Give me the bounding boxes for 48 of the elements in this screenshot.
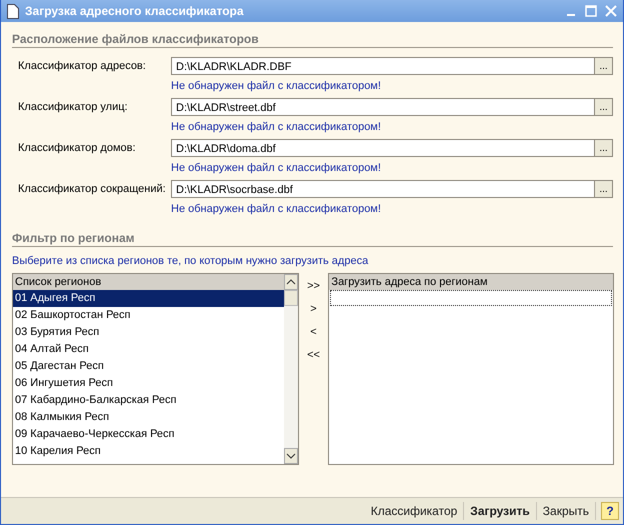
field-label: Классификатор улиц: — [18, 101, 129, 113]
browse-button[interactable]: ... — [595, 57, 613, 75]
empty-row[interactable] — [330, 290, 612, 306]
file-path-field[interactable]: D:\KLADR\street.dbf — [171, 98, 595, 116]
footer-button[interactable]: Загрузить — [464, 504, 536, 518]
move-button[interactable]: << — [305, 346, 322, 364]
browse-button[interactable]: ... — [595, 98, 613, 116]
move-button[interactable]: >> — [305, 277, 322, 295]
region-item[interactable]: 06 Ингушетия Респ — [13, 375, 284, 392]
column-header: Загрузить адреса по регионам — [329, 274, 613, 290]
region-item[interactable]: 09 Карачаево-Черкесская Респ — [13, 426, 284, 443]
footer-button[interactable]: Классификатор — [364, 504, 464, 518]
warning-text: Не обнаружен файл с классификатором! — [170, 202, 382, 215]
column-header: Список регионов — [13, 274, 284, 290]
region-item[interactable]: 10 Карелия Респ — [13, 443, 284, 460]
footer-button[interactable]: Закрыть — [536, 504, 595, 518]
instruction-text: Выберите из списка регионов те, по которым нужно загрузить адреса — [12, 254, 368, 269]
scrollbar[interactable] — [284, 274, 298, 464]
region-item[interactable]: 07 Кабардино-Балкарская Респ — [13, 392, 284, 409]
window-title: Загрузка адресного классификатора — [25, 4, 245, 18]
file-path-field[interactable]: D:\KLADR\doma.dbf — [171, 139, 595, 157]
browse-button[interactable]: ... — [595, 139, 613, 157]
region-item[interactable]: 01 Адыгея Респ — [13, 290, 284, 307]
scroll-down-icon[interactable] — [284, 448, 298, 464]
maximize-icon[interactable] — [585, 5, 597, 17]
move-button[interactable]: > — [308, 300, 319, 318]
region-item[interactable]: 05 Дагестан Респ — [13, 358, 284, 375]
field-label: Классификатор адресов: — [18, 60, 147, 72]
region-item[interactable]: 08 Калмыкия Респ — [13, 409, 284, 426]
help-button[interactable]: ? — [601, 502, 619, 520]
warning-text: Не обнаружен файл с классификатором! — [170, 120, 382, 133]
move-button[interactable]: < — [308, 323, 319, 341]
scroll-thumb[interactable] — [284, 290, 298, 306]
close-icon[interactable] — [605, 5, 617, 17]
document-icon — [7, 4, 19, 18]
browse-button[interactable]: ... — [595, 180, 613, 198]
file-path-field[interactable]: D:\KLADR\socrbase.dbf — [171, 180, 595, 198]
region-item[interactable]: 03 Бурятия Респ — [13, 324, 284, 341]
field-label: Классификатор сокращений: — [18, 183, 167, 195]
file-path-field[interactable]: D:\KLADR\KLADR.DBF — [171, 57, 595, 75]
warning-text: Не обнаружен файл с классификатором! — [170, 161, 382, 174]
region-item[interactable]: 02 Башкортостан Респ — [13, 307, 284, 324]
scroll-up-icon[interactable] — [284, 274, 298, 290]
region-item[interactable]: 04 Алтай Респ — [13, 341, 284, 358]
field-label: Классификатор домов: — [18, 142, 137, 154]
section-title: Фильтр по регионам — [12, 230, 135, 246]
warning-text: Не обнаружен файл с классификатором! — [170, 79, 382, 92]
section-title: Расположение файлов классификаторов — [12, 31, 259, 47]
